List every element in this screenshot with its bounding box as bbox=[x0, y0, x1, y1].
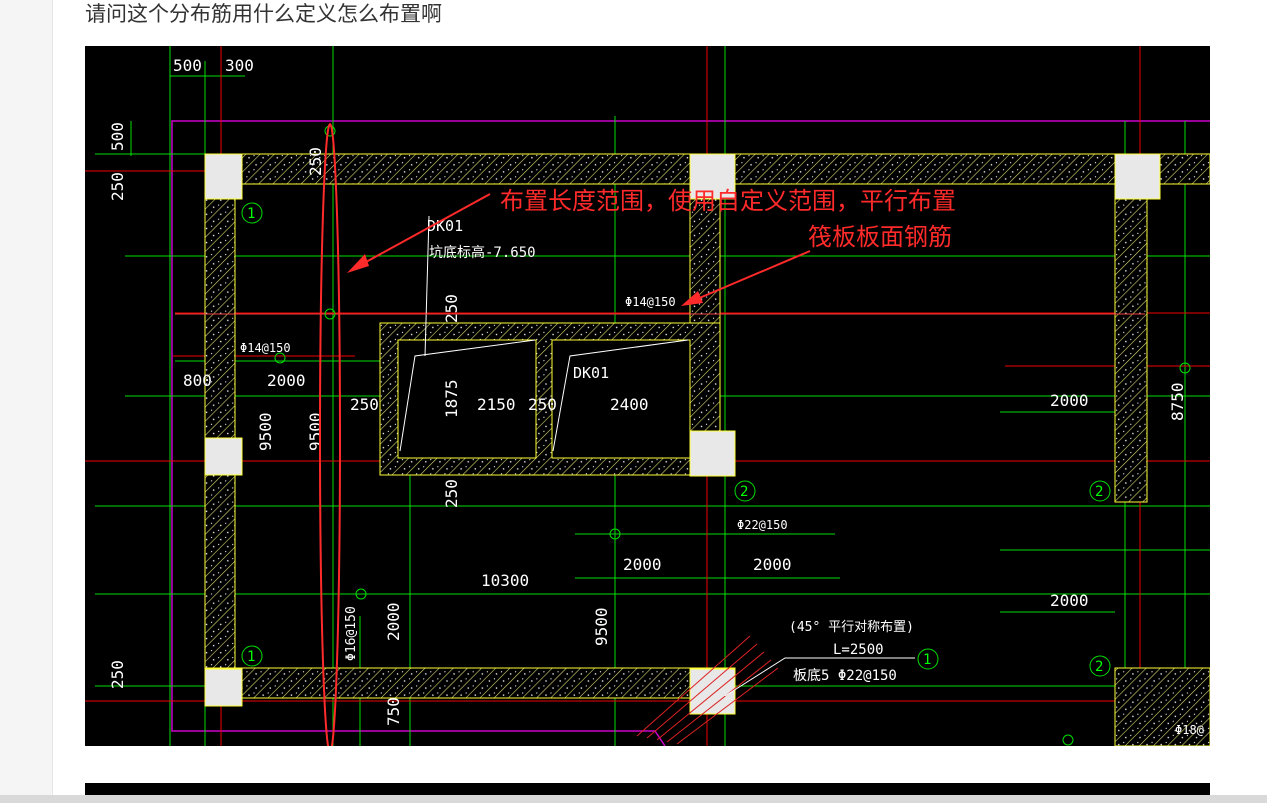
dim-250e: 250 bbox=[528, 395, 557, 414]
rebar-18: Φ18@ bbox=[1175, 723, 1204, 737]
dim-9500b: 9500 bbox=[306, 412, 325, 451]
slab-5-label: 板底5 Φ22@150 bbox=[793, 668, 897, 684]
dim-2000b: 2000 bbox=[623, 555, 662, 574]
question-title: 请问这个分布筋用什么定义怎么布置啊 bbox=[85, 2, 442, 26]
dim-10300: 10300 bbox=[481, 571, 529, 590]
annotation-line1: 布置长度范围，使用自定义范围，平行布置 bbox=[500, 187, 956, 215]
axis-label-2c: 2 bbox=[1095, 659, 1103, 675]
dim-2000a: 2000 bbox=[267, 371, 306, 390]
annotation-line2: 筏板板面钢筋 bbox=[808, 223, 952, 251]
dim-750: 750 bbox=[384, 697, 403, 726]
horizontal-scrollbar[interactable] bbox=[0, 795, 1267, 803]
rebar-14-a: Φ14@150 bbox=[240, 341, 291, 355]
cad-screenshot: 1 2 2 1 1 2 500 300 500 250 250 800 2000… bbox=[85, 46, 1210, 746]
axis-label-1b: 1 bbox=[247, 649, 255, 665]
arrowhead-1 bbox=[347, 254, 369, 273]
rebar-14-b: Φ14@150 bbox=[625, 295, 676, 309]
dim-9500c: 9500 bbox=[592, 607, 611, 646]
dim-250f: 250 bbox=[442, 479, 461, 508]
dim-800: 800 bbox=[183, 371, 212, 390]
cad-drawing: 1 2 2 1 1 2 500 300 500 250 250 800 2000… bbox=[85, 46, 1210, 746]
dim-8750: 8750 bbox=[1168, 382, 1187, 421]
label-texts: DK01 坑底标高-7.650 DK01 Φ14@150 Φ14@150 Φ22… bbox=[240, 217, 1204, 737]
dk01-label-b: DK01 bbox=[573, 364, 609, 382]
rebar-22: Φ22@150 bbox=[737, 518, 788, 532]
dim-2000d: 2000 bbox=[384, 602, 403, 641]
axis-label-2b: 2 bbox=[1095, 484, 1103, 500]
dim-250d: 250 bbox=[442, 294, 461, 323]
dim-250b: 250 bbox=[306, 147, 325, 176]
dim-2150: 2150 bbox=[477, 395, 516, 414]
annotation-texts: 布置长度范围，使用自定义范围，平行布置 筏板板面钢筋 bbox=[500, 187, 956, 251]
next-screenshot-edge bbox=[85, 783, 1210, 795]
note-45-deg: (45° 平行对称布置) bbox=[789, 620, 914, 635]
dim-9500a: 9500 bbox=[256, 412, 275, 451]
dim-2000c: 2000 bbox=[753, 555, 792, 574]
rebar-16: Φ16@150 bbox=[344, 606, 359, 661]
dim-2400: 2400 bbox=[610, 395, 649, 414]
left-gutter bbox=[0, 0, 53, 803]
dim-2000f: 2000 bbox=[1050, 591, 1089, 610]
length-label: L=2500 bbox=[833, 642, 884, 658]
dim-500v: 500 bbox=[108, 122, 127, 151]
dim-1875: 1875 bbox=[442, 379, 461, 418]
axis-label-2a: 2 bbox=[740, 484, 748, 500]
dim-300: 300 bbox=[225, 56, 254, 75]
dim-250g: 250 bbox=[108, 660, 127, 689]
dim-2000e: 2000 bbox=[1050, 391, 1089, 410]
axis-label-1a: 1 bbox=[247, 206, 255, 222]
axis-label-1c: 1 bbox=[923, 652, 931, 668]
dim-250c: 250 bbox=[350, 395, 379, 414]
dim-250a: 250 bbox=[108, 172, 127, 201]
pit-elevation: 坑底标高-7.650 bbox=[429, 244, 536, 261]
dim-500: 500 bbox=[173, 56, 202, 75]
